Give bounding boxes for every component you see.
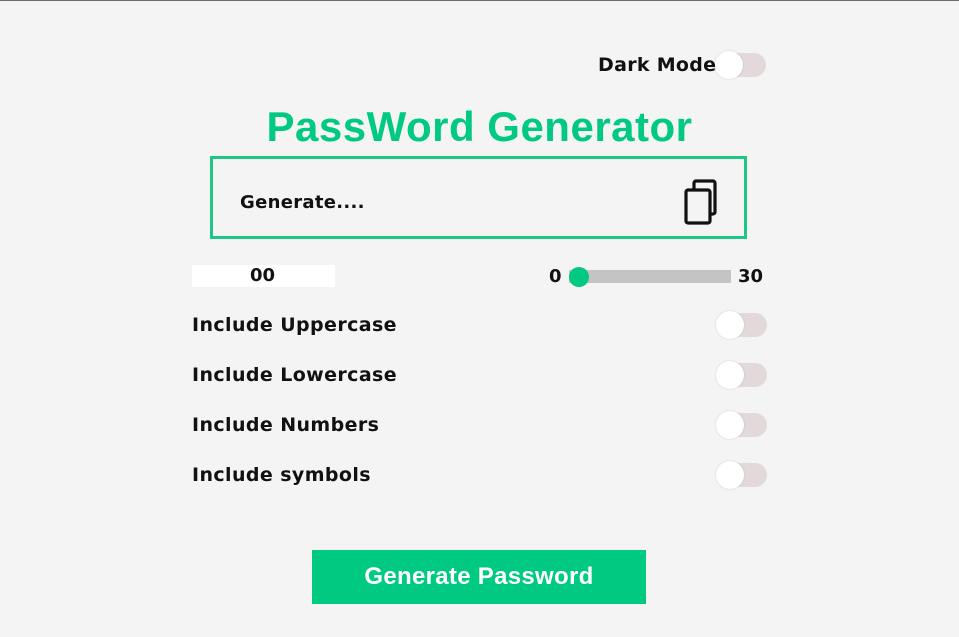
option-symbols: Include symbols — [192, 461, 767, 489]
toggle-knob — [716, 461, 744, 489]
slider-thumb[interactable] — [569, 267, 589, 287]
symbols-toggle[interactable] — [716, 461, 767, 489]
option-label: Include Lowercase — [192, 364, 398, 386]
option-uppercase: Include Uppercase — [192, 311, 767, 339]
toggle-knob — [716, 411, 744, 439]
password-output-box: Generate.... — [210, 156, 747, 239]
length-display: 00 — [192, 265, 335, 287]
lowercase-toggle[interactable] — [716, 361, 767, 389]
page-title: PassWord Generator — [266, 103, 693, 150]
dark-mode-label: Dark Mode — [598, 54, 717, 76]
slider-min-label: 0 — [549, 266, 562, 287]
option-label: Include Uppercase — [192, 314, 397, 336]
toggle-knob — [716, 361, 744, 389]
generate-password-button[interactable]: Generate Password — [312, 550, 646, 604]
uppercase-toggle[interactable] — [716, 311, 767, 339]
option-label: Include Numbers — [192, 414, 380, 436]
dark-mode-toggle[interactable] — [715, 51, 767, 79]
dark-mode-row: Dark Mode — [598, 51, 767, 79]
option-label: Include symbols — [192, 464, 371, 486]
length-slider[interactable] — [569, 267, 731, 287]
toggle-knob — [715, 51, 744, 79]
slider-max-label: 30 — [738, 266, 764, 287]
length-value: 00 — [250, 265, 276, 286]
numbers-toggle[interactable] — [716, 411, 767, 439]
password-output-text: Generate.... — [240, 192, 365, 213]
option-numbers: Include Numbers — [192, 411, 767, 439]
copy-icon[interactable] — [682, 179, 724, 225]
toggle-knob — [716, 311, 744, 339]
option-lowercase: Include Lowercase — [192, 361, 767, 389]
